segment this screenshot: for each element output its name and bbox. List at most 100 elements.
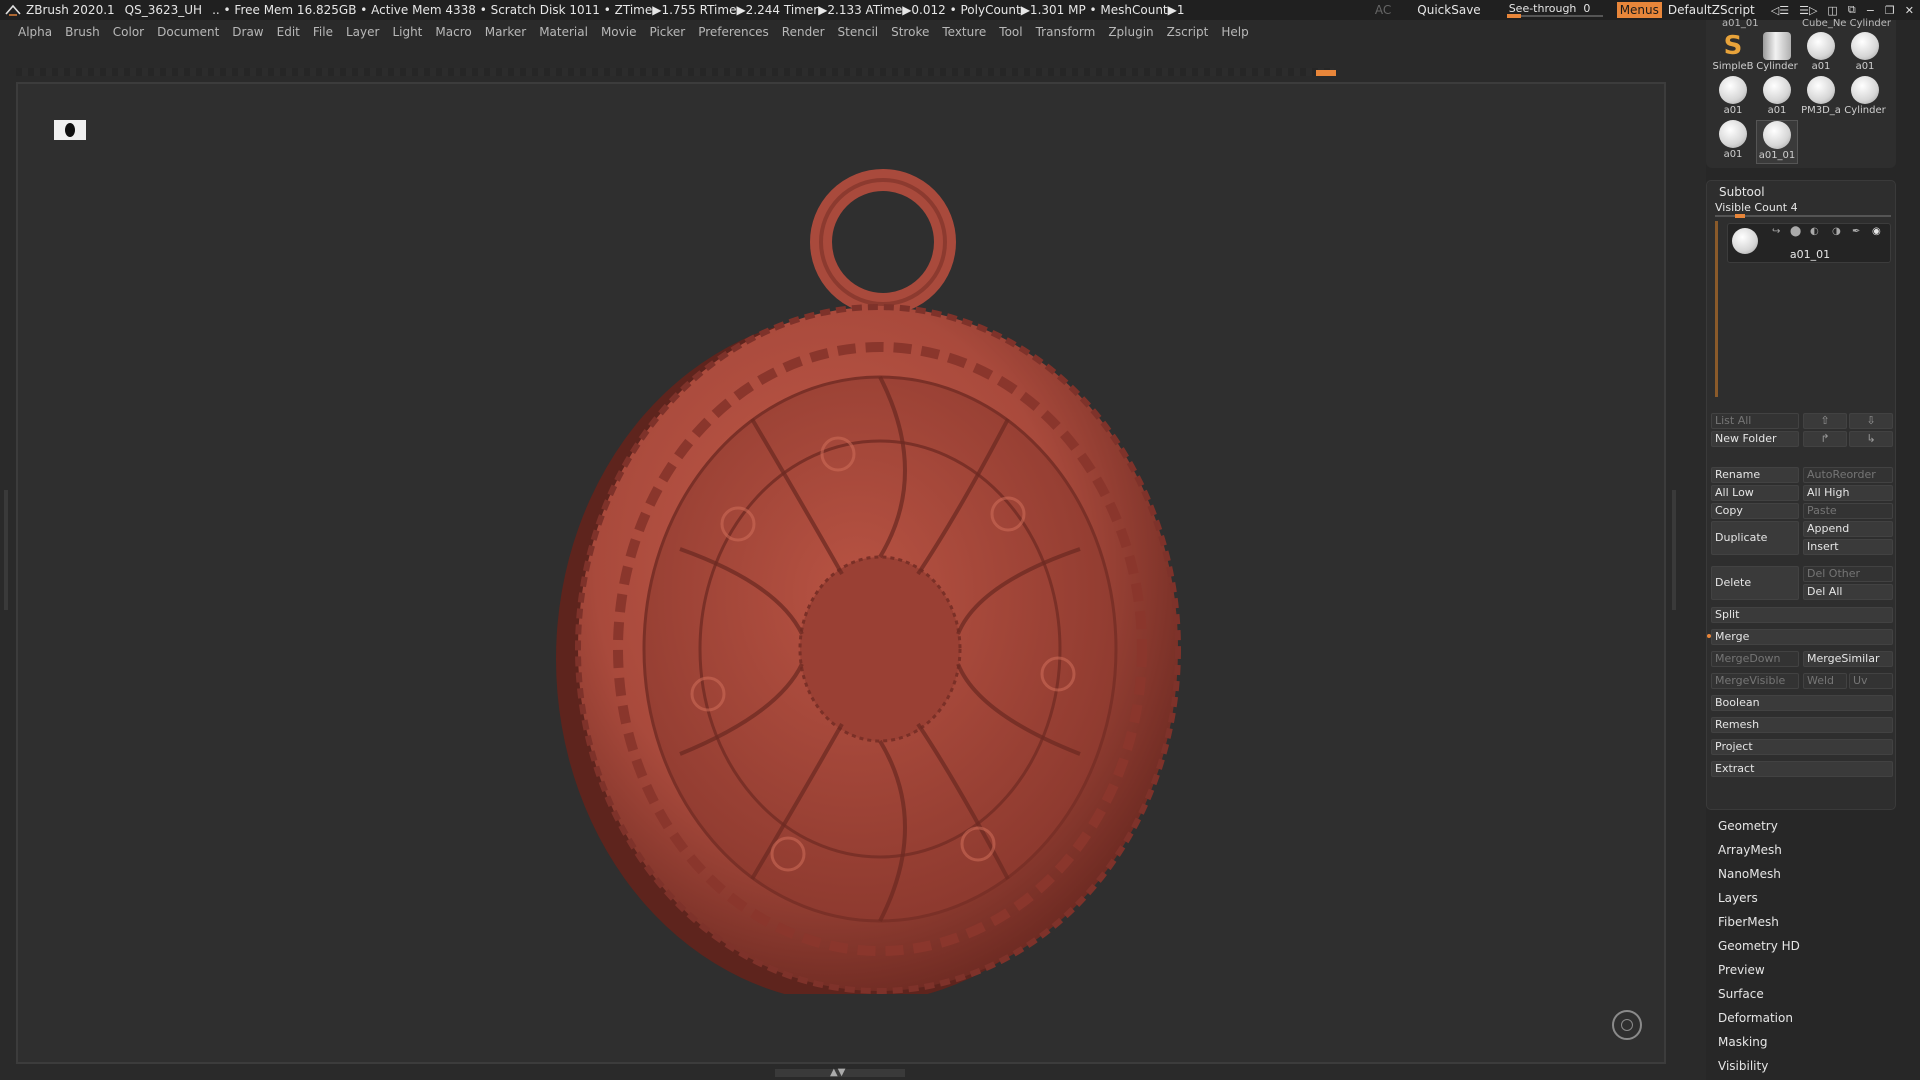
move-folder-down-icon[interactable]: ↳ <box>1849 431 1893 447</box>
palette-visibility[interactable]: Visibility <box>1718 1054 1908 1078</box>
brush-toggle-icon[interactable]: ✒ <box>1852 226 1860 237</box>
default-zscript-button[interactable]: DefaultZScript <box>1668 3 1755 17</box>
menu-document[interactable]: Document <box>157 25 219 39</box>
menu-texture[interactable]: Texture <box>942 25 986 39</box>
move-up-icon[interactable]: ⇧ <box>1803 413 1847 429</box>
restore-icon[interactable]: ❐ <box>1885 4 1895 17</box>
extract-button[interactable]: Extract <box>1711 761 1893 777</box>
arrange-icon[interactable]: ◫ <box>1827 4 1837 17</box>
bottom-tray-handle[interactable]: ▲▼ <box>775 1067 905 1078</box>
tool-thumb-pm3d[interactable]: PM3D_a <box>1800 76 1842 120</box>
delete-button[interactable]: Delete <box>1711 566 1799 600</box>
menu-layer[interactable]: Layer <box>346 25 379 39</box>
navigation-gizmo-icon[interactable] <box>1612 1010 1642 1040</box>
right-tray-handle[interactable] <box>1672 490 1676 610</box>
see-through-knob[interactable] <box>1506 14 1521 18</box>
merge-similar-button[interactable]: MergeSimilar <box>1803 651 1893 667</box>
new-folder-button[interactable]: New Folder <box>1711 431 1799 447</box>
palette-masking[interactable]: Masking <box>1718 1030 1908 1054</box>
duplicate-button[interactable]: Duplicate <box>1711 521 1799 555</box>
eye-visibility-icon[interactable]: ◉ <box>1872 226 1881 237</box>
all-high-button[interactable]: All High <box>1803 485 1893 501</box>
menu-macro[interactable]: Macro <box>435 25 471 39</box>
subtool-title[interactable]: Subtool <box>1719 185 1765 199</box>
del-other-button[interactable]: Del Other <box>1803 566 1893 582</box>
ac-toggle[interactable]: AC <box>1375 3 1391 17</box>
sculpted-medallion-model[interactable] <box>538 154 1198 994</box>
float-icon[interactable]: ⧉ <box>1848 3 1856 17</box>
subtool-item[interactable]: ↪ ⬤ ◐ ◑ ✒ ◉ a01_01 <box>1727 223 1891 263</box>
menu-draw[interactable]: Draw <box>232 25 263 39</box>
tool-thumb-a01[interactable]: a01 <box>1800 32 1842 76</box>
tool-thumb-a01[interactable]: a01 <box>1844 32 1886 76</box>
palette-layers[interactable]: Layers <box>1718 886 1908 910</box>
menu-movie[interactable]: Movie <box>601 25 637 39</box>
menu-stroke[interactable]: Stroke <box>891 25 929 39</box>
folder-arrow-icon[interactable]: ↪ <box>1772 226 1780 237</box>
menu-alpha[interactable]: Alpha <box>18 25 52 39</box>
menu-material[interactable]: Material <box>539 25 588 39</box>
palette-geometry-hd[interactable]: Geometry HD <box>1718 934 1908 958</box>
minimize-icon[interactable]: − <box>1866 4 1875 17</box>
canvas-viewport[interactable] <box>16 82 1666 1064</box>
merge-visible-button[interactable]: MergeVisible <box>1711 673 1799 689</box>
del-all-button[interactable]: Del All <box>1803 584 1893 600</box>
menu-preferences[interactable]: Preferences <box>698 25 769 39</box>
tool-thumb-a01[interactable]: a01 <box>1756 76 1798 120</box>
palette-arraymesh[interactable]: ArrayMesh <box>1718 838 1908 862</box>
quicksave-button[interactable]: QuickSave <box>1417 3 1480 17</box>
menu-edit[interactable]: Edit <box>277 25 300 39</box>
boolean-button[interactable]: Boolean <box>1711 695 1893 711</box>
menu-render[interactable]: Render <box>782 25 825 39</box>
layout-right-icon[interactable]: ☰▷ <box>1799 4 1817 17</box>
tool-thumb-cylinder[interactable]: Cylinder <box>1756 32 1798 76</box>
menu-brush[interactable]: Brush <box>65 25 100 39</box>
polypaint-toggle-icon[interactable]: ⬤ <box>1790 226 1801 237</box>
menu-file[interactable]: File <box>313 25 333 39</box>
tool-thumb-simpleb[interactable]: S SimpleB <box>1712 32 1754 76</box>
list-all-button[interactable]: List All <box>1711 413 1799 429</box>
remesh-button[interactable]: Remesh <box>1711 717 1893 733</box>
left-tray-handle[interactable] <box>4 490 8 610</box>
weld-button[interactable]: Weld <box>1803 673 1847 689</box>
close-icon[interactable]: ✕ <box>1905 4 1914 17</box>
insert-button[interactable]: Insert <box>1803 539 1893 555</box>
rename-button[interactable]: Rename <box>1711 467 1799 483</box>
menu-help[interactable]: Help <box>1221 25 1248 39</box>
menu-light[interactable]: Light <box>392 25 422 39</box>
tool-thumb-a01-01-selected[interactable]: a01_01 <box>1756 120 1798 164</box>
menu-transform[interactable]: Transform <box>1036 25 1096 39</box>
menu-zplugin[interactable]: Zplugin <box>1108 25 1153 39</box>
merge-down-button[interactable]: MergeDown <box>1711 651 1799 667</box>
palette-fibermesh[interactable]: FiberMesh <box>1718 910 1908 934</box>
perspective-toggle-icon[interactable] <box>54 120 86 140</box>
move-folder-up-icon[interactable]: ↱ <box>1803 431 1847 447</box>
palette-surface[interactable]: Surface <box>1718 982 1908 1006</box>
merge-button[interactable]: Merge <box>1711 629 1893 645</box>
layout-left-icon[interactable]: ◁☰ <box>1771 4 1789 17</box>
menu-stencil[interactable]: Stencil <box>838 25 879 39</box>
menu-zscript[interactable]: Zscript <box>1167 25 1209 39</box>
uv-button[interactable]: Uv <box>1849 673 1893 689</box>
menu-picker[interactable]: Picker <box>649 25 685 39</box>
tool-thumb-a01[interactable]: a01 <box>1712 76 1754 120</box>
dynamic-toggle-icon[interactable]: ◑ <box>1832 226 1841 237</box>
tool-thumb-a01[interactable]: a01 <box>1712 120 1754 164</box>
append-button[interactable]: Append <box>1803 521 1893 537</box>
mrgb-toggle-icon[interactable]: ◐ <box>1810 226 1819 237</box>
copy-button[interactable]: Copy <box>1711 503 1799 519</box>
palette-geometry[interactable]: Geometry <box>1718 814 1908 838</box>
all-low-button[interactable]: All Low <box>1711 485 1799 501</box>
palette-preview[interactable]: Preview <box>1718 958 1908 982</box>
subtool-scrollbar[interactable] <box>1715 221 1718 397</box>
auto-reorder-button[interactable]: AutoReorder <box>1803 467 1893 483</box>
tool-thumb-cylinder[interactable]: Cylinder <box>1844 76 1886 120</box>
menus-toggle-button[interactable]: Menus <box>1616 2 1662 18</box>
split-button[interactable]: Split <box>1711 607 1893 623</box>
see-through-slider[interactable]: See-through 0 <box>1506 2 1603 18</box>
palette-deformation[interactable]: Deformation <box>1718 1006 1908 1030</box>
menu-color[interactable]: Color <box>113 25 144 39</box>
visible-count-knob[interactable] <box>1735 214 1745 218</box>
project-button[interactable]: Project <box>1711 739 1893 755</box>
menu-marker[interactable]: Marker <box>485 25 526 39</box>
